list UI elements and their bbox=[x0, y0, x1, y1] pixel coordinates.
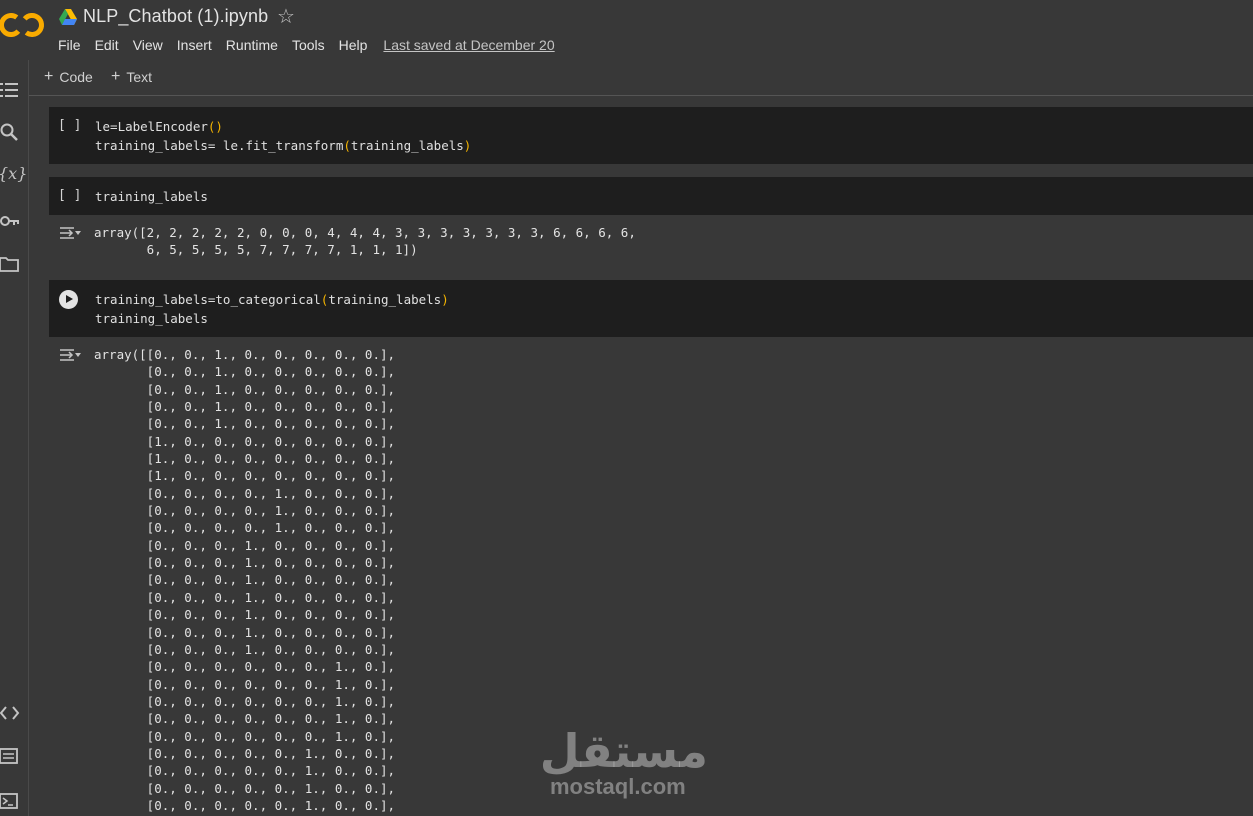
cell-2-output: array([2, 2, 2, 2, 2, 0, 0, 0, 4, 4, 4, … bbox=[94, 225, 636, 258]
notebook-toolbar: + Code + Text bbox=[29, 60, 1253, 96]
output-actions-icon[interactable] bbox=[58, 225, 82, 241]
star-icon[interactable]: ☆ bbox=[277, 4, 295, 29]
menu-view[interactable]: View bbox=[133, 37, 163, 53]
watermark-arabic: مستقل bbox=[539, 724, 708, 778]
code-text: training_labels=to_categorical bbox=[95, 292, 321, 307]
secrets-key-icon[interactable] bbox=[0, 211, 20, 231]
menu-runtime[interactable]: Runtime bbox=[226, 37, 278, 53]
cell-1-code[interactable]: le=LabelEncoder() training_labels= le.fi… bbox=[95, 117, 471, 155]
code-paren: ( bbox=[343, 138, 351, 153]
code-text: le=LabelEncoder bbox=[95, 119, 208, 134]
code-text: training_labels bbox=[350, 138, 464, 153]
code-cell-2[interactable] bbox=[49, 177, 1253, 215]
run-cell-button[interactable] bbox=[59, 290, 78, 309]
plus-icon: + bbox=[44, 68, 54, 85]
code-paren: () bbox=[207, 119, 223, 134]
cell-2-code[interactable]: training_labels bbox=[95, 187, 208, 206]
menu-file[interactable]: File bbox=[58, 37, 81, 53]
left-rail: {x} bbox=[0, 60, 29, 816]
menu-insert[interactable]: Insert bbox=[177, 37, 212, 53]
code-text: training_labels bbox=[328, 292, 442, 307]
colab-app: NLP_Chatbot (1).ipynb ☆ File Edit View I… bbox=[0, 0, 1253, 816]
table-of-contents-icon[interactable] bbox=[0, 80, 20, 100]
code-snippets-icon[interactable] bbox=[0, 703, 20, 723]
header: NLP_Chatbot (1).ipynb ☆ File Edit View I… bbox=[0, 0, 1253, 60]
output-actions-icon[interactable] bbox=[58, 347, 82, 363]
command-palette-icon[interactable] bbox=[0, 746, 20, 766]
menubar: File Edit View Insert Runtime Tools Help… bbox=[58, 37, 555, 53]
google-drive-icon bbox=[59, 9, 77, 25]
notebook-title[interactable]: NLP_Chatbot (1).ipynb bbox=[83, 6, 268, 27]
code-paren: ) bbox=[463, 138, 472, 153]
plus-icon: + bbox=[111, 68, 121, 85]
add-code-label: Code bbox=[59, 69, 93, 85]
menu-help[interactable]: Help bbox=[339, 37, 368, 53]
cell-3-output: array([[0., 0., 1., 0., 0., 0., 0., 0.],… bbox=[94, 347, 396, 813]
cell-3-code[interactable]: training_labels=to_categorical(training_… bbox=[95, 290, 449, 328]
menu-edit[interactable]: Edit bbox=[95, 37, 119, 53]
cell-1-run-prompt[interactable]: [ ] bbox=[58, 118, 81, 133]
last-saved-link[interactable]: Last saved at December 20 bbox=[383, 37, 554, 53]
add-text-label: Text bbox=[126, 69, 153, 85]
watermark-latin: mostaql.com bbox=[550, 774, 686, 799]
code-text: training_labels bbox=[95, 311, 208, 326]
add-text-button[interactable]: + Text bbox=[111, 68, 152, 86]
code-text: training_labels= le.fit_transform bbox=[95, 138, 344, 153]
colab-logo[interactable] bbox=[0, 10, 46, 40]
terminal-icon[interactable] bbox=[0, 791, 20, 811]
cell-2-run-prompt[interactable]: [ ] bbox=[58, 188, 81, 203]
add-code-button[interactable]: + Code bbox=[44, 68, 93, 86]
code-paren: ) bbox=[441, 292, 449, 307]
variables-icon[interactable]: {x} bbox=[0, 164, 27, 184]
search-icon[interactable] bbox=[0, 122, 20, 142]
menu-tools[interactable]: Tools bbox=[292, 37, 325, 53]
files-folder-icon[interactable] bbox=[0, 254, 20, 274]
